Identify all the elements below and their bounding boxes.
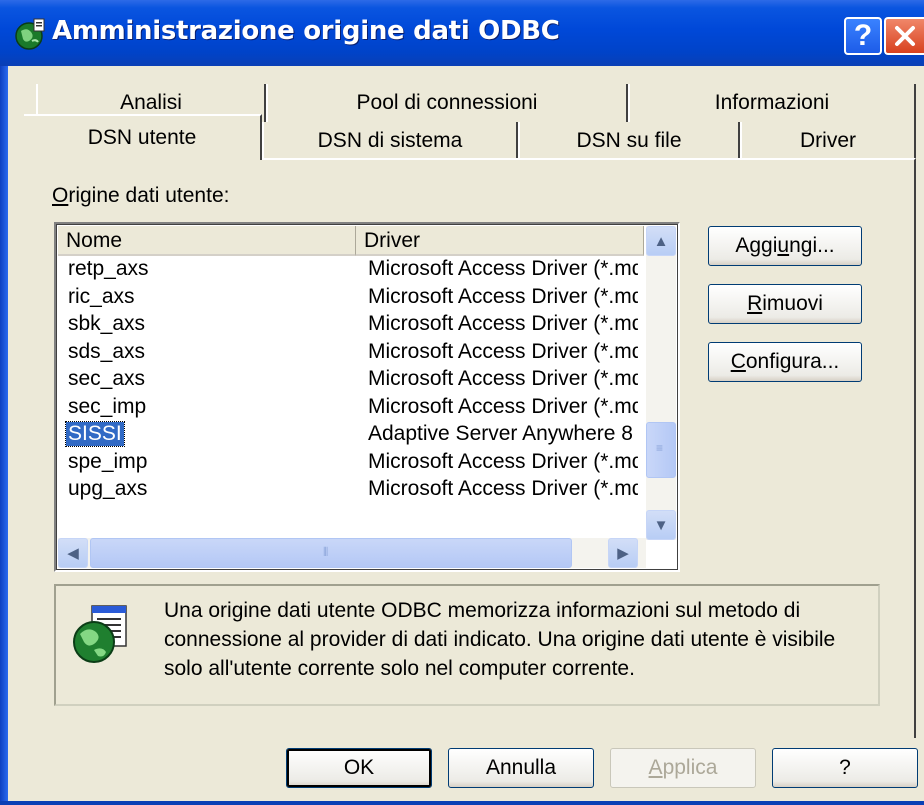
list-item[interactable]: sds_axs Microsoft Access Driver (*.mdb) (58, 339, 638, 367)
dsn-name: retp_axs (68, 257, 149, 280)
dsn-driver: Microsoft Access Driver (*.mdb) (368, 367, 638, 390)
add-label-a: Aggi (735, 234, 778, 257)
scroll-right-button[interactable]: ▶ (608, 538, 638, 568)
grip-icon: ⦀ (323, 545, 329, 559)
vertical-scroll-thumb[interactable]: ≡ (646, 422, 676, 478)
add-label-b: ngi... (789, 234, 835, 257)
help-button[interactable]: ? (772, 748, 918, 788)
dsn-name: sds_axs (68, 339, 146, 363)
apply-label-accel: A (648, 756, 663, 779)
dsn-driver: Microsoft Access Driver (*.mdb) (368, 477, 638, 500)
odbc-admin-window: Amministrazione origine dati ODBC ? Anal… (0, 0, 924, 805)
chevron-down-icon: ▼ (653, 516, 669, 534)
tab-dsn-di-sistema[interactable]: DSN di sistema (262, 122, 518, 160)
list-label-text: rigine dati utente: (68, 184, 230, 207)
odbc-app-icon (15, 18, 45, 50)
dsn-driver: Microsoft Access Driver (*.mdb) (368, 312, 638, 335)
odbc-datasource-globe-icon (73, 605, 127, 663)
remove-button[interactable]: Rimuovi (708, 284, 862, 324)
list-item[interactable]: sec_imp Microsoft Access Driver (*.mdb) (58, 394, 638, 422)
add-label-accel: u (777, 234, 790, 257)
list-item[interactable]: sbk_axs Microsoft Access Driver (*.mdb) (58, 311, 638, 339)
dsn-name: SISSI (65, 421, 125, 447)
list-item[interactable]: sec_axs Microsoft Access Driver (*.mdb) (58, 366, 638, 394)
dsn-driver: Microsoft Access Driver (*.mdb) (368, 257, 638, 280)
dsn-name: sec_axs (68, 367, 146, 390)
dsn-name: sbk_axs (68, 312, 146, 335)
remove-label: imuovi (762, 292, 823, 315)
list-item-selected[interactable]: SISSI Adaptive Server Anywhere 8 (58, 421, 638, 449)
dsn-name: upg_axs (68, 477, 148, 500)
close-button[interactable] (884, 17, 924, 55)
tab-informazioni[interactable]: Informazioni (628, 84, 916, 122)
dsn-driver: Adaptive Server Anywhere 8 (368, 422, 633, 445)
tab-pool-di-connessioni[interactable]: Pool di connessioni (266, 84, 628, 122)
list-item[interactable]: spe_imp Microsoft Access Driver (*.mdb) (58, 449, 638, 477)
chevron-up-icon: ▲ (653, 232, 669, 250)
add-button[interactable]: Aggi u ngi... (708, 226, 862, 266)
list-item[interactable]: ric_axs Microsoft Access Driver (*.mdb) (58, 284, 638, 312)
dsn-driver: Microsoft Access Driver (*.mdb) (368, 339, 638, 363)
dsn-list[interactable]: Nome Driver retp_axs Microsoft Access Dri… (54, 222, 680, 572)
title-bar[interactable]: Amministrazione origine dati ODBC ? (0, 0, 924, 66)
configure-label-accel: C (730, 350, 746, 373)
dsn-driver: Microsoft Access Driver (*.mdb) (368, 394, 638, 418)
remove-label-accel: R (747, 292, 763, 315)
scroll-left-button[interactable]: ◀ (58, 538, 88, 568)
window-title: Amministrazione origine dati ODBC (52, 16, 560, 46)
apply-button[interactable]: Applica (610, 748, 756, 788)
scroll-up-button[interactable]: ▲ (646, 226, 676, 256)
list-item[interactable]: upg_axs Microsoft Access Driver (*.mdb) (58, 476, 638, 504)
window-frame-bottom (0, 801, 924, 805)
configure-button[interactable]: Configura... (708, 342, 862, 382)
column-header-nome[interactable]: Nome (58, 226, 356, 256)
horizontal-scroll-thumb[interactable]: ⦀ (90, 538, 572, 568)
list-label: Origine dati utente: (52, 184, 229, 208)
ok-button[interactable]: OK (286, 748, 432, 788)
scroll-down-button[interactable]: ▼ (646, 510, 676, 540)
close-icon (895, 26, 915, 46)
dsn-name: spe_imp (68, 449, 148, 473)
info-description: Una origine dati utente ODBC memorizza i… (164, 599, 836, 680)
list-header: Nome Driver (58, 226, 644, 256)
dsn-name: sec_imp (68, 394, 147, 418)
chevron-right-icon: ▶ (617, 545, 629, 562)
tab-dsn-utente[interactable]: DSN utente (24, 114, 262, 160)
column-header-driver[interactable]: Driver (356, 226, 644, 256)
chevron-left-icon: ◀ (67, 545, 79, 562)
window-frame-left (0, 66, 8, 805)
tab-dsn-su-file[interactable]: DSN su file (518, 122, 740, 160)
title-help-button[interactable]: ? (844, 17, 882, 55)
list-label-accel: O (52, 184, 69, 207)
list-body: retp_axs Microsoft Access Driver (*.mdb) … (58, 256, 638, 518)
list-item[interactable]: retp_axs Microsoft Access Driver (*.mdb) (58, 256, 638, 284)
configure-label: onfigura... (745, 350, 840, 373)
dsn-driver: Microsoft Access Driver (*.mdb) (368, 284, 638, 308)
horizontal-scrollbar[interactable]: ◀ ⦀ ▶ (58, 538, 646, 568)
apply-label: pplica (662, 756, 718, 779)
dsn-name: ric_axs (68, 284, 135, 308)
grip-icon: ≡ (656, 441, 664, 455)
cancel-button[interactable]: Annulla (448, 748, 594, 788)
vertical-scrollbar[interactable]: ▲ ≡ ▼ (646, 226, 676, 540)
tab-driver[interactable]: Driver (740, 122, 916, 160)
dsn-driver: Microsoft Access Driver (*.mdb) (368, 449, 638, 473)
